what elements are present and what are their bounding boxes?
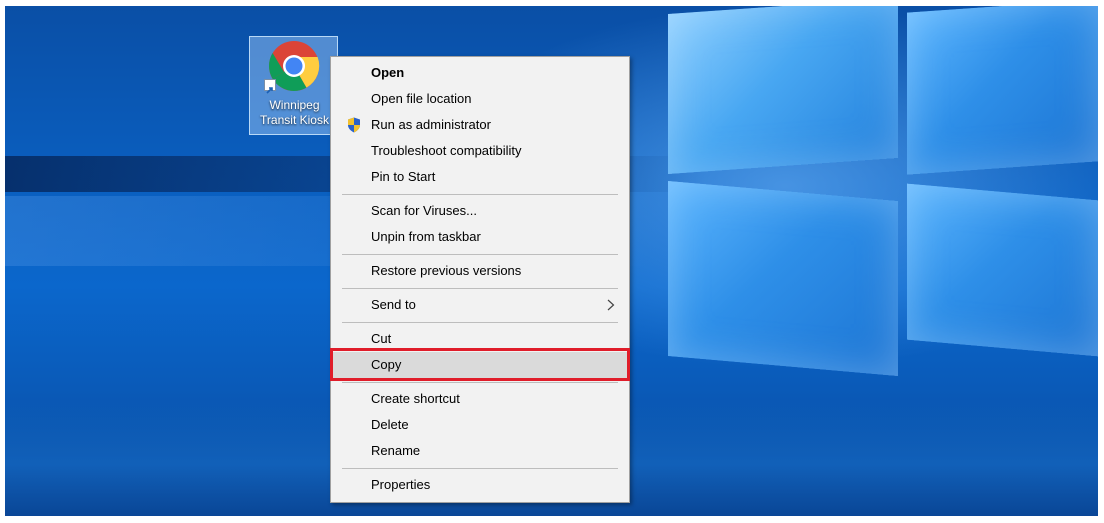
menu-separator: [342, 194, 618, 195]
menu-item-create-shortcut[interactable]: Create shortcut: [333, 386, 627, 412]
menu-item-properties[interactable]: Properties: [333, 472, 627, 498]
menu-item-label: Open file location: [371, 91, 472, 106]
menu-item-label: Scan for Viruses...: [371, 203, 477, 218]
shield-icon: [348, 117, 360, 133]
menu-item-label: Run as administrator: [371, 117, 491, 132]
menu-item-run-as-administrator[interactable]: Run as administrator: [333, 112, 627, 138]
window-pane-bottom-right: [907, 183, 1098, 357]
desktop-shortcut-icon[interactable]: Winnipeg Transit Kiosk: [249, 36, 338, 135]
menu-separator: [342, 322, 618, 323]
menu-item-troubleshoot-compatibility[interactable]: Troubleshoot compatibility: [333, 138, 627, 164]
menu-item-label: Send to: [371, 297, 416, 312]
menu-item-open-file-location[interactable]: Open file location: [333, 86, 627, 112]
menu-item-delete[interactable]: Delete: [333, 412, 627, 438]
window-pane-top-left: [668, 6, 898, 175]
menu-item-unpin-from-taskbar[interactable]: Unpin from taskbar: [333, 224, 627, 250]
desktop-icon-label-line1: Winnipeg: [269, 98, 320, 112]
menu-item-pin-to-start[interactable]: Pin to Start: [333, 164, 627, 190]
window-pane-bottom-left: [668, 180, 898, 377]
menu-separator: [342, 288, 618, 289]
menu-separator: [342, 254, 618, 255]
screen: Winnipeg Transit Kiosk Open Open file lo…: [0, 0, 1104, 523]
menu-item-open[interactable]: Open: [333, 60, 627, 86]
menu-item-label: Delete: [371, 417, 409, 432]
menu-item-label: Copy: [371, 357, 402, 372]
desktop-icon-label-line2: Transit Kiosk: [260, 113, 329, 127]
menu-item-label: Restore previous versions: [371, 263, 522, 278]
menu-item-label: Rename: [371, 443, 421, 458]
desktop-icon-label: Winnipeg Transit Kiosk: [250, 98, 339, 128]
menu-item-label: Properties: [371, 477, 431, 492]
menu-item-cut[interactable]: Cut: [333, 326, 627, 352]
chevron-right-icon: [607, 299, 615, 311]
menu-item-label: Cut: [371, 331, 392, 346]
menu-item-restore-previous-versions[interactable]: Restore previous versions: [333, 258, 627, 284]
menu-separator: [342, 382, 618, 383]
menu-item-label: Open: [371, 65, 405, 80]
menu-item-send-to[interactable]: Send to: [333, 292, 627, 318]
menu-item-label: Create shortcut: [371, 391, 460, 406]
context-menu: Open Open file location Run as administr…: [330, 56, 630, 503]
menu-item-label: Unpin from taskbar: [371, 229, 481, 244]
shortcut-arrow-icon: [264, 79, 276, 94]
menu-item-label: Troubleshoot compatibility: [371, 143, 522, 158]
window-pane-top-right: [907, 6, 1098, 175]
menu-item-copy[interactable]: Copy: [333, 352, 627, 378]
menu-item-scan-for-viruses[interactable]: Scan for Viruses...: [333, 198, 627, 224]
menu-separator: [342, 468, 618, 469]
menu-item-label: Pin to Start: [371, 169, 436, 184]
menu-item-rename[interactable]: Rename: [333, 438, 627, 464]
